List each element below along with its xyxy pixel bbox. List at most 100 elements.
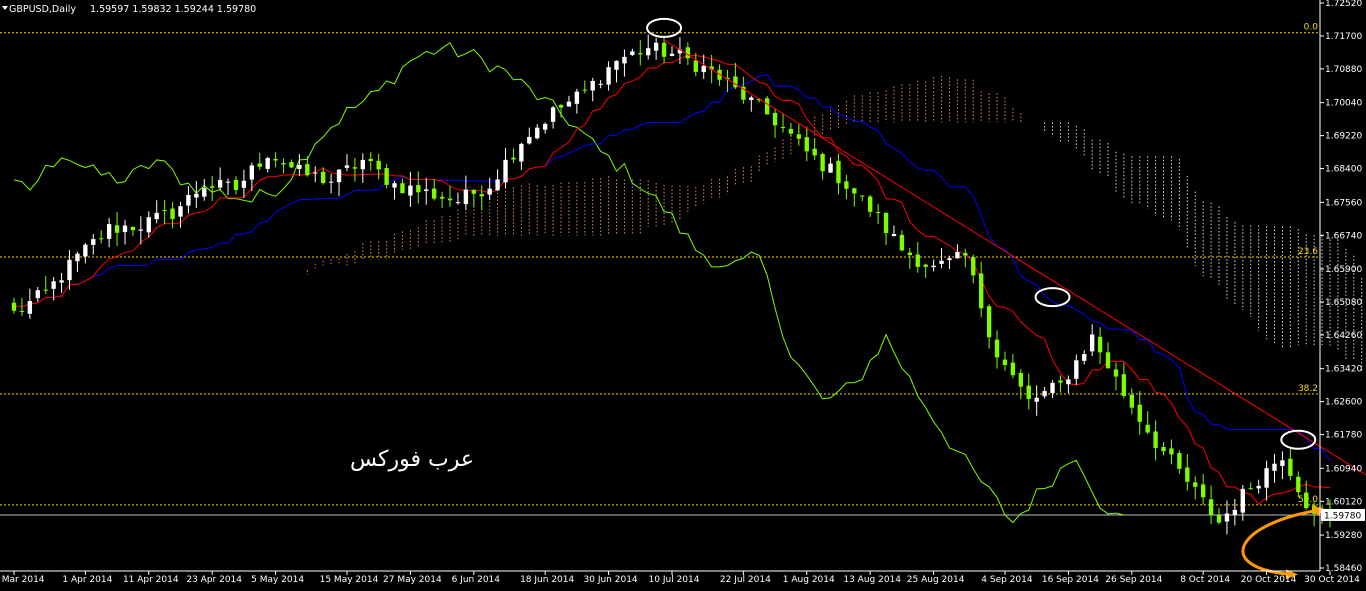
candle-body [1232, 509, 1238, 515]
candle-body [875, 211, 881, 213]
time-tick-label: 16 Sep 2014 [1042, 575, 1099, 585]
time-tick-label: 8 Oct 2014 [1180, 575, 1230, 585]
candle-body [828, 163, 833, 173]
candle-body [106, 224, 112, 239]
candle-body [416, 185, 421, 193]
candle-body [83, 244, 88, 257]
ohlc-label: 1.59597 1.59832 1.59244 1.59780 [90, 4, 256, 15]
time-tick-label: 13 Aug 2014 [843, 575, 901, 585]
highlight-ellipse [1034, 287, 1071, 308]
candle-body [1193, 482, 1198, 487]
candle-body [915, 254, 920, 267]
candle-body [424, 189, 429, 191]
candle-body [1240, 488, 1245, 513]
highlight-ellipse [646, 17, 683, 38]
time-tick-label: 30 Jun 2014 [584, 575, 638, 585]
time-tick-label: 1 Aug 2014 [783, 575, 835, 585]
candle-body [868, 196, 873, 212]
candle-body [939, 260, 944, 264]
candle-body [1082, 354, 1087, 361]
candle-body [384, 168, 389, 185]
candle-body [67, 259, 72, 281]
candle-body [360, 159, 365, 170]
candle-body [154, 212, 159, 220]
candle-body [1208, 499, 1214, 516]
candle-body [899, 234, 905, 251]
candle-body [907, 252, 913, 256]
candle-body [511, 157, 516, 160]
candle-body [1288, 458, 1293, 476]
resistance-trendline [663, 39, 1366, 476]
candle-body [979, 273, 984, 309]
time-tick-label: 10 Jul 2014 [649, 575, 700, 585]
candle-body [439, 196, 445, 199]
candle-body [796, 134, 802, 139]
candle-body [1002, 359, 1008, 366]
candle-body [1256, 485, 1261, 489]
time-tick-label: 6 Jun 2014 [452, 575, 501, 585]
candle-body [463, 189, 469, 205]
candle-body [392, 183, 397, 188]
candle-body [27, 301, 33, 314]
time-tick-label: 27 May 2014 [383, 575, 442, 585]
candle-body [1153, 431, 1158, 448]
fib-level-label: 23.6 [1298, 247, 1318, 257]
candle-body [1026, 385, 1031, 399]
candle-body [59, 280, 64, 283]
chart-window[interactable]: 0.023.638.250.0 1.725201.717001.708801.7… [0, 0, 1366, 587]
candle-body [91, 239, 96, 245]
candle-body [1296, 476, 1301, 493]
collapse-triangle-icon [2, 6, 8, 10]
candle-body [376, 160, 381, 170]
price-tick-label: 1.70880 [1325, 65, 1362, 75]
candle-body [550, 107, 556, 122]
current-price-label: 1.59780 [1324, 511, 1361, 521]
candle-body [558, 104, 564, 108]
price-tick-label: 1.71700 [1325, 32, 1362, 42]
candle-body [1145, 424, 1150, 433]
candle-body [812, 148, 817, 156]
candle-body [852, 188, 857, 194]
candle-body [1042, 391, 1047, 397]
symbol-label: GBPUSD,Daily [9, 4, 76, 15]
candle-body [35, 290, 40, 299]
candle-body [1224, 513, 1230, 522]
candle-body [947, 258, 952, 261]
candle-body [638, 53, 643, 55]
candle-body [51, 281, 56, 289]
candle-body [1010, 362, 1016, 376]
candle-body [170, 208, 175, 220]
candle-body [883, 212, 889, 234]
candle-body [1034, 397, 1039, 402]
candle-body [653, 42, 659, 51]
candle-body [289, 162, 294, 168]
candle-body [1113, 369, 1119, 377]
time-tick-label: 15 May 2014 [320, 575, 379, 585]
price-tick-label: 1.64260 [1325, 331, 1362, 341]
candle-body [598, 83, 603, 85]
fib-levels: 0.023.638.250.0 [0, 23, 1320, 516]
candle-body [408, 185, 413, 196]
candle-body [1216, 515, 1222, 523]
candle-body [764, 98, 770, 115]
candle-body [963, 253, 968, 256]
candle-body [955, 251, 960, 259]
time-tick-label: 25 Aug 2014 [907, 575, 965, 585]
price-tick-label: 1.58460 [1325, 564, 1362, 574]
candle-body [701, 65, 706, 73]
candle-body [630, 51, 635, 56]
candle-body [582, 89, 587, 91]
candle-body [1200, 484, 1206, 498]
candle-body [400, 183, 405, 194]
candle-body [1264, 468, 1269, 488]
price-tick-label: 1.62600 [1325, 398, 1362, 408]
candle-body [43, 289, 48, 291]
candle-body [788, 128, 794, 134]
candle-body [1089, 334, 1095, 352]
candle-body [297, 164, 302, 169]
candle-body [146, 217, 151, 233]
candle-body [344, 165, 350, 168]
price-chart[interactable]: 0.023.638.250.0 1.725201.717001.708801.7… [0, 0, 1366, 587]
candle-body [1018, 372, 1023, 387]
candle-body [194, 193, 199, 198]
